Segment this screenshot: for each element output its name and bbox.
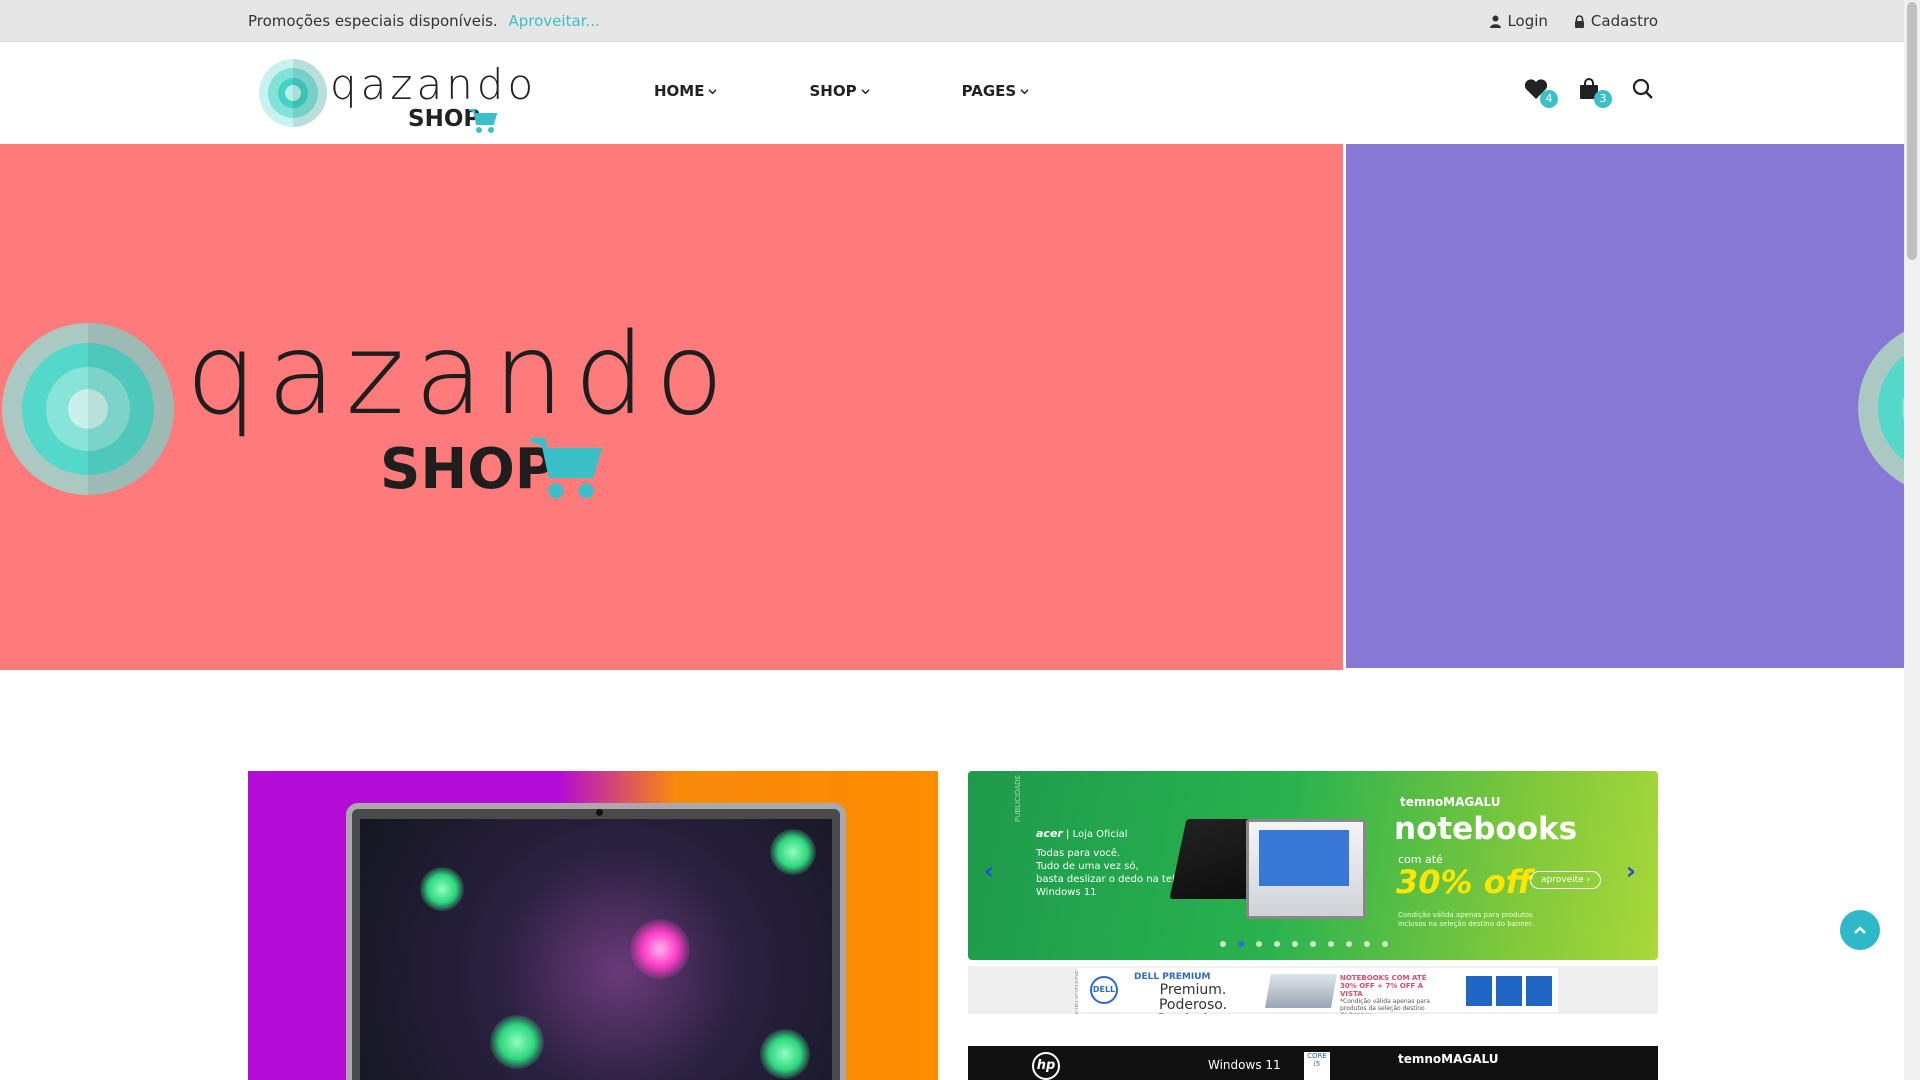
ad-label: PUBLICIDADE: [1014, 775, 1022, 822]
game-orb: [490, 1015, 544, 1069]
temnomagalu-logo: temnoMAGALU: [1400, 795, 1501, 809]
chevron-down-icon: [708, 88, 718, 94]
carousel-dot[interactable]: [1274, 941, 1280, 947]
nav-home-label: HOME: [654, 82, 705, 100]
aproveite-button[interactable]: aproveite ›: [1530, 871, 1602, 889]
register-link[interactable]: Cadastro: [1574, 12, 1658, 30]
hero-logo-wordmark: qazando: [186, 310, 734, 440]
carousel-dot[interactable]: [1292, 941, 1298, 947]
dell-logo: DELL: [1090, 976, 1118, 1004]
intel-core-badge: [1496, 976, 1522, 1006]
auth-links: Login Cadastro: [1490, 12, 1658, 30]
cart-button[interactable]: 3: [1578, 78, 1612, 108]
acer-laptop-silver: [1246, 819, 1366, 919]
laptop-screen: [1259, 830, 1349, 886]
carousel-next-arrow-icon[interactable]: ›: [1626, 857, 1636, 885]
logo-circles-icon: [259, 59, 327, 127]
promo-text: Promoções especiais disponíveis.: [248, 12, 498, 30]
promo-message: Promoções especiais disponíveis. Aprovei…: [248, 12, 600, 30]
carousel-dot[interactable]: [1382, 941, 1388, 947]
temnomagalu-logo: temnoMAGALU: [1398, 1052, 1499, 1066]
hero-cart-icon: [530, 437, 603, 499]
logo-wordmark: qazando: [330, 60, 538, 109]
nav-pages-label: PAGES: [961, 82, 1017, 100]
dell-offer: NOTEBOOKS COM ATÉ 30% OFF + 7% OFF À VIS…: [1340, 974, 1427, 998]
dell-tagline: Premium. Poderoso. Produtivo.: [1158, 982, 1228, 1015]
chevron-down-icon: [1020, 88, 1029, 94]
windows-11-label: Windows 11: [1208, 1058, 1281, 1072]
carousel-dot[interactable]: [1346, 941, 1352, 947]
hero-slide-main[interactable]: qazando SHOP: [0, 144, 1343, 670]
hero-slide-next[interactable]: [1346, 144, 1904, 668]
login-label: Login: [1507, 12, 1548, 30]
laptop-camera: [596, 809, 603, 816]
acer-brand: acer: [1036, 827, 1063, 840]
nav-pages[interactable]: PAGES: [962, 82, 1030, 100]
page: Promoções especiais disponíveis. Aprovei…: [0, 0, 1920, 1080]
promo-link[interactable]: Aproveitar...: [509, 12, 600, 30]
back-to-top-button[interactable]: [1840, 910, 1880, 950]
hero-logo-circles-icon: [2, 323, 174, 495]
condition-text: Condição válida apenas para produtos inc…: [1398, 911, 1534, 928]
header-icons: 4 3: [1524, 78, 1658, 108]
dell-banner-content: DELL DELL PREMIUM Premium. Poderoso. Pro…: [1078, 968, 1558, 1015]
intel-core-badge: CORE i5: [1304, 1052, 1330, 1080]
site-header: qazando SHOP HOME SHOP PAGES 4 3: [0, 42, 1904, 144]
hp-logo: hp: [1032, 1052, 1060, 1080]
cart-count-badge: 3: [1594, 90, 1612, 108]
carousel-dots: [1220, 941, 1388, 947]
acer-store: | Loja Oficial: [1066, 829, 1128, 840]
dell-laptops-image: [1265, 974, 1337, 1008]
search-button[interactable]: [1632, 78, 1658, 104]
game-orb: [770, 829, 816, 875]
login-link[interactable]: Login: [1490, 12, 1548, 30]
site-logo[interactable]: qazando SHOP: [258, 56, 533, 136]
carousel-dot[interactable]: [1310, 941, 1316, 947]
hero-next-logo-circles-icon: [1858, 331, 1904, 485]
lock-icon: [1574, 14, 1584, 28]
search-icon: [1632, 78, 1653, 99]
carousel-dot[interactable]: [1220, 941, 1226, 947]
hero-logo: qazando SHOP: [0, 319, 724, 509]
nav-home[interactable]: HOME: [654, 82, 718, 100]
game-orb: [760, 1029, 810, 1079]
notebooks-heading: notebooks: [1394, 811, 1578, 847]
register-label: Cadastro: [1590, 12, 1658, 30]
top-promo-bar: Promoções especiais disponíveis. Aprovei…: [0, 0, 1904, 42]
promo-banner-dell[interactable]: PUBLICIDADE DELL DELL PREMIUM Premium. P…: [968, 966, 1658, 1014]
intel-core-badge: [1526, 976, 1552, 1006]
user-icon: [1490, 15, 1502, 28]
nav-shop-label: SHOP: [809, 82, 857, 100]
carousel-dot[interactable]: [1328, 941, 1334, 947]
carousel-prev-arrow-icon[interactable]: ‹: [984, 857, 994, 885]
acer-copy: acer | Loja Oficial Todas para você. Tud…: [1036, 827, 1196, 886]
dell-premium-label: DELL PREMIUM: [1134, 972, 1211, 982]
wishlist-button[interactable]: 4: [1524, 78, 1558, 108]
discount-label: 30% off: [1396, 863, 1533, 901]
acer-line-1: Todas para você.: [1036, 848, 1121, 859]
scrollbar-thumb[interactable]: [1907, 2, 1917, 260]
chevron-up-icon: [1854, 926, 1866, 934]
laptop-image: [346, 803, 846, 1080]
carousel-dot[interactable]: [1256, 941, 1262, 947]
nav-shop[interactable]: SHOP: [809, 82, 870, 100]
game-orb: [420, 867, 464, 911]
dell-condition: *Condição válida apenas para produtos da…: [1340, 998, 1430, 1014]
game-character: [630, 919, 690, 979]
chevron-down-icon: [860, 88, 870, 94]
intel-core-badge: [1466, 976, 1492, 1006]
main-nav: HOME SHOP PAGES: [654, 82, 1029, 100]
promo-carousel-acer[interactable]: PUBLICIDADE acer | Loja Oficial Todas pa…: [968, 771, 1658, 960]
acer-line-2: Tudo de uma vez só,: [1036, 861, 1139, 872]
wishlist-count-badge: 4: [1540, 90, 1558, 108]
carousel-dot[interactable]: [1364, 941, 1370, 947]
promo-banner-laptop-game[interactable]: [248, 771, 938, 1080]
windows-11-label: Windows 11: [1036, 887, 1097, 898]
carousel-dot[interactable]: [1238, 941, 1244, 947]
promo-banner-hp[interactable]: hp Windows 11 CORE i5 temnoMAGALU: [968, 1046, 1658, 1080]
logo-cart-icon: [469, 109, 498, 133]
game-screenshot: [360, 819, 832, 1080]
page-scrollbar[interactable]: [1904, 0, 1920, 1080]
